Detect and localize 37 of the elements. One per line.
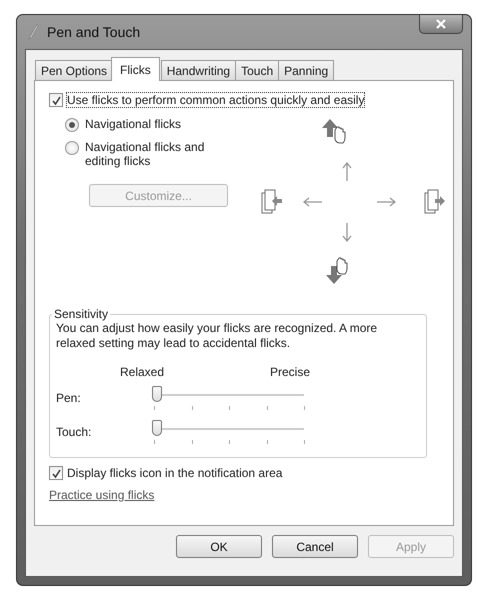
up-arrow-icon xyxy=(342,162,352,182)
description-text: You can adjust how easily your flicks are recognized. A more relaxed setting may lead to accidental flicks. xyxy=(56,321,378,351)
tab[interactable]: Panning xyxy=(278,60,334,80)
dialog-button[interactable]: OK xyxy=(176,535,262,558)
slider-track[interactable] xyxy=(154,386,304,410)
slider-label: Pen: xyxy=(56,391,82,405)
window-title: Pen and Touch xyxy=(47,24,140,40)
page-forward-icon xyxy=(422,189,447,215)
checkbox-label: Display flicks icon in the notification area xyxy=(67,466,282,480)
checkbox-label: Use flicks to perform common actions quickly and easily xyxy=(67,93,364,107)
dialog-button[interactable]: Cancel xyxy=(272,535,358,558)
down-arrow-icon xyxy=(342,222,352,242)
radio-label: Navigational flicks xyxy=(85,117,182,131)
tab[interactable]: Touch xyxy=(235,60,280,80)
close-icon xyxy=(435,19,447,29)
radio-button[interactable] xyxy=(65,141,79,155)
radio-button[interactable] xyxy=(65,118,79,132)
radio-label: Navigational flicks and editing flicks xyxy=(85,140,206,168)
slider-label: Touch: xyxy=(56,425,92,439)
left-arrow-icon xyxy=(302,197,323,207)
hand-arrow-icon xyxy=(320,117,346,145)
page-back-icon xyxy=(260,189,284,215)
slider-track[interactable] xyxy=(154,420,304,444)
right-arrow-icon xyxy=(376,197,396,207)
slider-thumb[interactable] xyxy=(152,420,162,436)
scale-label: Relaxed xyxy=(120,365,164,379)
tab[interactable]: Pen Options xyxy=(35,60,114,80)
practice-link[interactable]: Practice using flicks xyxy=(49,488,154,502)
group-title: Sensitivity xyxy=(53,307,110,321)
checkbox[interactable] xyxy=(49,93,63,107)
slider-thumb[interactable] xyxy=(152,386,162,402)
close-button[interactable] xyxy=(419,15,463,34)
tab[interactable]: Handwriting xyxy=(160,60,236,80)
tab[interactable]: Flicks xyxy=(111,57,160,81)
scale-label: Precise xyxy=(270,365,310,379)
checkbox[interactable] xyxy=(49,466,63,480)
pen-icon xyxy=(27,24,39,40)
